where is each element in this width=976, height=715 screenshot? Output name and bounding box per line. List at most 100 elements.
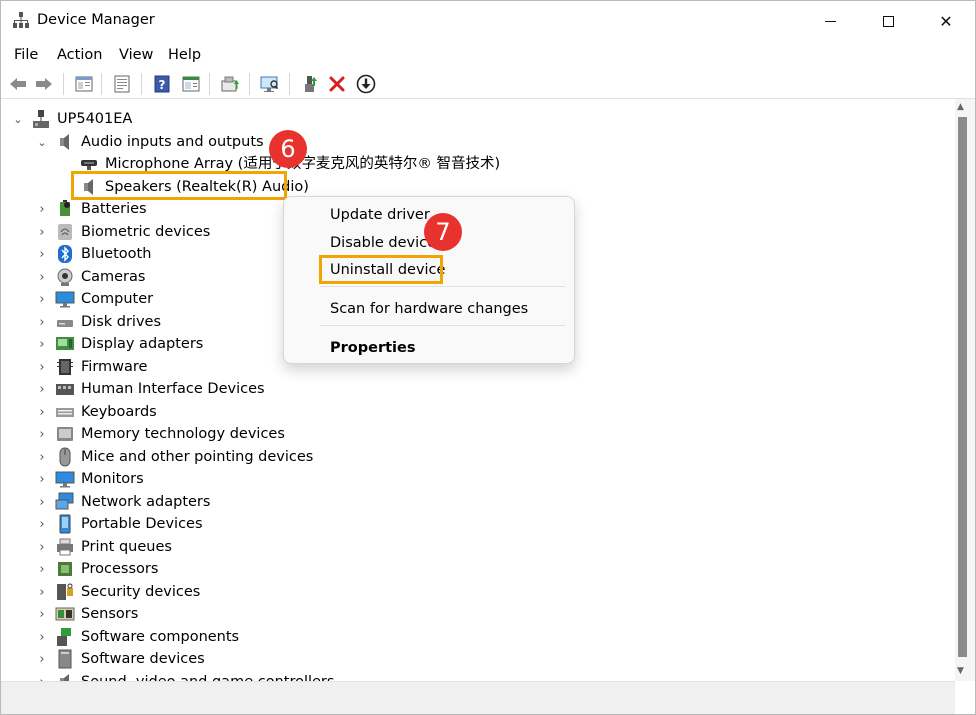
menu-view[interactable]: View: [119, 45, 153, 65]
scroll-up-icon[interactable]: ▲: [957, 102, 964, 112]
tree-category-label: Cameras: [81, 269, 146, 285]
tree-category-batteries[interactable]: Batteries: [55, 198, 147, 220]
collapse-chevron-icon[interactable]: ›: [37, 198, 47, 220]
tree-category-label: Security devices: [81, 584, 201, 600]
tree-category-audio[interactable]: Audio inputs and outputs: [55, 131, 264, 153]
menu-action[interactable]: Action: [57, 45, 102, 65]
tree-category-network-adapters[interactable]: Network adapters: [55, 491, 210, 513]
menu-file[interactable]: File: [14, 45, 38, 65]
portable-devices-icon: [59, 514, 71, 534]
scan-hardware-button[interactable]: [259, 73, 281, 95]
context-scan-hardware[interactable]: Scan for hardware changes: [330, 299, 528, 319]
security-devices-icon: [57, 583, 73, 600]
collapse-chevron-icon[interactable]: ›: [37, 536, 47, 558]
uninstall-highlight-box: [319, 255, 443, 284]
view-button[interactable]: [180, 73, 202, 95]
tree-category-processors[interactable]: Processors: [55, 558, 158, 580]
tree-category-label: Display adapters: [81, 336, 204, 352]
firmware-icon: [57, 359, 73, 375]
collapse-chevron-icon[interactable]: ›: [37, 333, 47, 355]
tree-category-memory-technology-devices[interactable]: Memory technology devices: [55, 423, 285, 445]
collapse-chevron-icon[interactable]: ›: [37, 468, 47, 490]
tree-category-label: Disk drives: [81, 314, 162, 330]
vertical-scrollbar-thumb[interactable]: [958, 117, 967, 657]
tree-category-mice-and-other-pointing-devices[interactable]: Mice and other pointing devices: [55, 446, 313, 468]
collapse-chevron-icon[interactable]: ›: [37, 378, 47, 400]
vertical-scrollbar[interactable]: ▲ ▼: [955, 99, 975, 681]
collapse-chevron-icon[interactable]: ›: [37, 648, 47, 670]
collapse-chevron-icon[interactable]: ›: [37, 671, 47, 682]
collapse-chevron-icon[interactable]: ›: [37, 446, 47, 468]
collapse-chevron-icon[interactable]: ›: [37, 491, 47, 513]
tree-category-label: Processors: [81, 561, 159, 577]
tree-category-monitors[interactable]: Monitors: [55, 468, 144, 490]
collapse-chevron-icon[interactable]: ›: [37, 288, 47, 310]
close-button[interactable]: ✕: [917, 1, 975, 41]
forward-button[interactable]: [33, 73, 55, 95]
software-devices-icon: [58, 649, 72, 669]
maximize-icon: [882, 15, 894, 27]
collapse-chevron-icon[interactable]: ›: [37, 243, 47, 265]
tree-category-bluetooth[interactable]: Bluetooth: [55, 243, 151, 265]
collapse-chevron-icon[interactable]: ›: [37, 401, 47, 423]
collapse-chevron-icon[interactable]: ›: [37, 221, 47, 243]
toolbar-separator: [289, 73, 290, 95]
tree-category-cameras[interactable]: Cameras: [55, 266, 145, 288]
tree-category-human-interface-devices[interactable]: Human Interface Devices: [55, 378, 265, 400]
expand-chevron-icon[interactable]: ⌄: [37, 131, 47, 153]
collapse-chevron-icon[interactable]: ›: [37, 311, 47, 333]
tree-category-software-components[interactable]: Software components: [55, 626, 239, 648]
network-adapters-icon: [55, 492, 74, 510]
tree-category-computer[interactable]: Computer: [55, 288, 153, 310]
collapse-chevron-icon[interactable]: ›: [37, 513, 47, 535]
tree-category-label: Portable Devices: [81, 516, 203, 532]
collapse-chevron-icon[interactable]: ›: [37, 581, 47, 603]
collapse-chevron-icon[interactable]: ›: [37, 558, 47, 580]
tree-category-sensors[interactable]: Sensors: [55, 603, 138, 625]
toolbar: ?: [1, 69, 975, 99]
tree-category-disk-drives[interactable]: Disk drives: [55, 311, 161, 333]
scan-hardware-icon: [260, 76, 279, 92]
context-separator: [320, 325, 565, 326]
back-button[interactable]: [7, 73, 29, 95]
tree-category-display-adapters[interactable]: Display adapters: [55, 333, 203, 355]
tree-root[interactable]: UP5401EA: [31, 108, 132, 130]
uninstall-device-icon: [329, 76, 345, 92]
help-button[interactable]: ?: [151, 73, 173, 95]
tree-category-security-devices[interactable]: Security devices: [55, 581, 200, 603]
help-icon: ?: [154, 75, 170, 93]
update-driver-button[interactable]: [219, 73, 241, 95]
biometric-devices-icon: [58, 224, 72, 240]
tree-category-keyboards[interactable]: Keyboards: [55, 401, 157, 423]
collapse-chevron-icon[interactable]: ›: [37, 266, 47, 288]
enable-device-button[interactable]: [299, 73, 321, 95]
context-properties[interactable]: Properties: [330, 338, 415, 358]
menu-help[interactable]: Help: [168, 45, 201, 65]
scroll-down-icon[interactable]: ▼: [957, 666, 964, 676]
collapse-chevron-icon[interactable]: ›: [37, 626, 47, 648]
show-hide-console-button[interactable]: [73, 73, 95, 95]
svg-text:?: ?: [159, 78, 166, 92]
properties-button[interactable]: [111, 73, 133, 95]
context-update-driver[interactable]: Update driver: [330, 205, 430, 225]
tree-category-firmware[interactable]: Firmware: [55, 356, 147, 378]
tree-category-print-queues[interactable]: Print queues: [55, 536, 172, 558]
tree-category-biometric-devices[interactable]: Biometric devices: [55, 221, 210, 243]
toolbar-separator: [101, 73, 102, 95]
tree-root-label: UP5401EA: [57, 111, 133, 127]
computer-icon: [55, 291, 75, 308]
expand-chevron-icon[interactable]: ⌄: [13, 108, 23, 130]
context-disable-device[interactable]: Disable device: [330, 233, 436, 253]
maximize-button[interactable]: [859, 1, 917, 41]
tree-category-label: Software devices: [81, 651, 205, 667]
download-button[interactable]: [355, 73, 377, 95]
toolbar-separator: [209, 73, 210, 95]
tree-category-software-devices[interactable]: Software devices: [55, 648, 205, 670]
uninstall-device-button[interactable]: [326, 73, 348, 95]
minimize-button[interactable]: [801, 1, 859, 41]
collapse-chevron-icon[interactable]: ›: [37, 603, 47, 625]
tree-category-portable-devices[interactable]: Portable Devices: [55, 513, 203, 535]
tree-category-sound-video-and-game-controllers[interactable]: Sound, video and game controllers: [55, 671, 334, 681]
collapse-chevron-icon[interactable]: ›: [37, 356, 47, 378]
collapse-chevron-icon[interactable]: ›: [37, 423, 47, 445]
